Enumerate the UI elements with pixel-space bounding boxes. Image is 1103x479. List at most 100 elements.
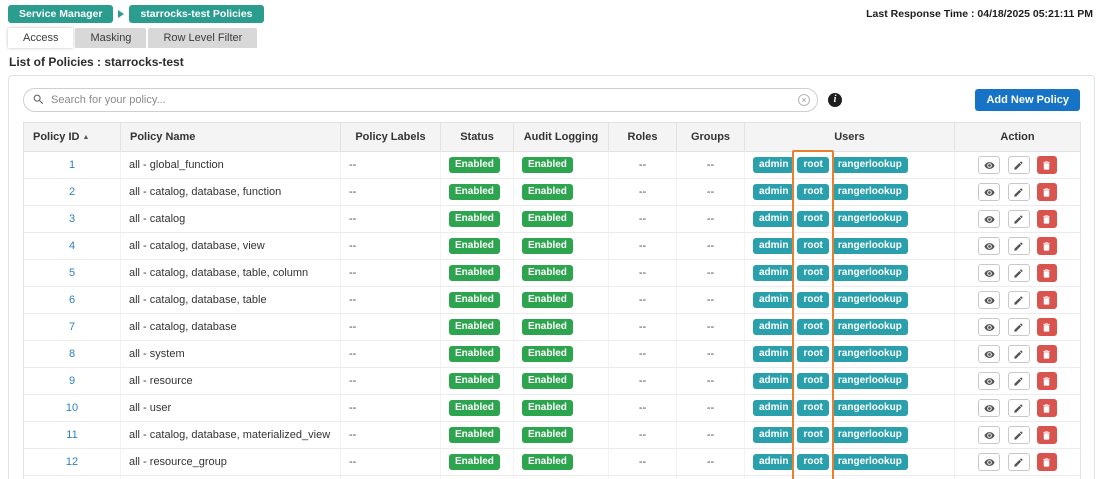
users-cell: adminrootrangerlookup <box>744 259 955 287</box>
user-badge-rangerlookup: rangerlookup <box>831 211 908 227</box>
policy-id-link[interactable]: 9 <box>69 375 75 387</box>
edit-policy-button[interactable] <box>1007 345 1030 363</box>
policies-table: Policy ID ▲ Policy Name Policy Labels Sta… <box>23 122 1081 479</box>
delete-policy-button[interactable] <box>1036 399 1057 417</box>
users-cell: adminrootrangerlookup <box>744 286 955 314</box>
view-policy-button[interactable] <box>978 237 1001 255</box>
view-policy-button[interactable] <box>978 399 1001 417</box>
status-badge: Enabled <box>449 346 500 362</box>
page-title: List of Policies : starrocks-test <box>9 55 184 69</box>
breadcrumb-service-manager[interactable]: Service Manager <box>8 5 114 23</box>
delete-policy-button[interactable] <box>1036 345 1057 363</box>
edit-policy-button[interactable] <box>1007 210 1030 228</box>
view-policy-button[interactable] <box>978 183 1001 201</box>
roles-value: -- <box>608 259 677 287</box>
edit-policy-button[interactable] <box>1007 291 1030 309</box>
delete-policy-button[interactable] <box>1036 264 1057 282</box>
view-policy-button[interactable] <box>978 372 1001 390</box>
user-badge-admin: admin <box>753 238 795 254</box>
policy-id-link[interactable]: 12 <box>66 456 78 468</box>
trash-icon <box>1043 160 1050 170</box>
policy-id-link[interactable]: 1 <box>69 159 75 171</box>
edit-policy-button[interactable] <box>1007 318 1030 336</box>
user-badge-root: root <box>797 292 829 308</box>
delete-policy-button[interactable] <box>1036 210 1057 228</box>
policy-id-link[interactable]: 8 <box>69 348 75 360</box>
trash-icon <box>1043 322 1050 332</box>
search-clear-icon[interactable]: × <box>798 94 810 106</box>
policy-type-tabs: Access Masking Row Level Filter <box>8 28 1103 48</box>
policy-id-link[interactable]: 11 <box>66 429 77 441</box>
edit-policy-button[interactable] <box>1007 264 1030 282</box>
edit-policy-button[interactable] <box>1007 237 1030 255</box>
view-policy-button[interactable] <box>978 345 1001 363</box>
tab-access[interactable]: Access <box>8 28 74 48</box>
users-cell: adminrootrangerlookup <box>744 475 955 479</box>
view-policy-button[interactable] <box>978 318 1001 336</box>
edit-policy-button[interactable] <box>1007 453 1030 471</box>
delete-policy-button[interactable] <box>1036 318 1057 336</box>
table-row: 11 all - catalog, database, materialized… <box>23 421 1081 449</box>
policy-id-link[interactable]: 5 <box>69 267 75 279</box>
status-badge: Enabled <box>449 292 500 308</box>
eye-icon <box>984 269 995 277</box>
users-cell: adminrootrangerlookup <box>744 394 955 422</box>
policies-card: × i Add New Policy Policy ID▲ Policy Nam… <box>8 75 1095 479</box>
policy-id-link[interactable]: 3 <box>69 213 75 225</box>
policy-id-link[interactable]: 4 <box>69 240 75 252</box>
delete-policy-button[interactable] <box>1036 183 1057 201</box>
view-policy-button[interactable] <box>978 426 1001 444</box>
user-badge-admin: admin <box>753 427 795 443</box>
info-icon[interactable]: i <box>828 93 842 107</box>
user-badge-rangerlookup: rangerlookup <box>831 157 908 173</box>
view-policy-button[interactable] <box>978 156 1001 174</box>
column-header-policy-id[interactable]: Policy ID ▲ <box>23 122 121 152</box>
view-policy-button[interactable] <box>978 210 1001 228</box>
user-badge-root: root <box>797 427 829 443</box>
edit-policy-button[interactable] <box>1007 183 1030 201</box>
policy-id-link[interactable]: 2 <box>69 186 75 198</box>
view-policy-button[interactable] <box>978 264 1001 282</box>
audit-badge: Enabled <box>522 454 573 470</box>
eye-icon <box>984 161 995 169</box>
delete-policy-button[interactable] <box>1036 156 1057 174</box>
roles-value: -- <box>608 178 677 206</box>
tab-masking[interactable]: Masking <box>75 28 147 48</box>
view-policy-button[interactable] <box>978 453 1001 471</box>
edit-policy-button[interactable] <box>1007 372 1030 390</box>
groups-value: -- <box>676 340 745 368</box>
roles-value: -- <box>608 475 677 479</box>
policy-id-link[interactable]: 7 <box>69 321 75 333</box>
audit-badge: Enabled <box>522 211 573 227</box>
edit-policy-button[interactable] <box>1007 156 1030 174</box>
policy-id-link[interactable]: 10 <box>66 402 78 414</box>
delete-policy-button[interactable] <box>1036 453 1057 471</box>
top-bar: Service Manager starrocks-test Policies … <box>0 0 1103 26</box>
policy-labels: -- <box>340 448 441 476</box>
policy-labels: -- <box>340 151 441 179</box>
delete-policy-button[interactable] <box>1036 372 1057 390</box>
edit-policy-button[interactable] <box>1007 426 1030 444</box>
tab-row-level-filter[interactable]: Row Level Filter <box>148 28 258 48</box>
add-new-policy-button[interactable]: Add New Policy <box>975 89 1080 111</box>
view-policy-button[interactable] <box>978 291 1001 309</box>
users-cell: adminrootrangerlookup <box>744 232 955 260</box>
edit-policy-button[interactable] <box>1007 399 1030 417</box>
delete-policy-button[interactable] <box>1036 237 1057 255</box>
roles-value: -- <box>608 232 677 260</box>
column-header-audit-logging: Audit Logging <box>513 122 609 152</box>
policy-labels: -- <box>340 394 441 422</box>
breadcrumb-policies[interactable]: starrocks-test Policies <box>129 5 264 23</box>
user-badge-admin: admin <box>753 211 795 227</box>
policy-id-link[interactable]: 6 <box>69 294 75 306</box>
delete-policy-button[interactable] <box>1036 291 1057 309</box>
groups-value: -- <box>676 286 745 314</box>
eye-icon <box>984 404 995 412</box>
search-input[interactable] <box>23 88 818 112</box>
groups-value: -- <box>676 259 745 287</box>
delete-policy-button[interactable] <box>1036 426 1057 444</box>
table-row: 7 all - catalog, database -- Enabled Ena… <box>23 313 1081 341</box>
eye-icon <box>984 188 995 196</box>
audit-badge: Enabled <box>522 373 573 389</box>
status-badge: Enabled <box>449 427 500 443</box>
